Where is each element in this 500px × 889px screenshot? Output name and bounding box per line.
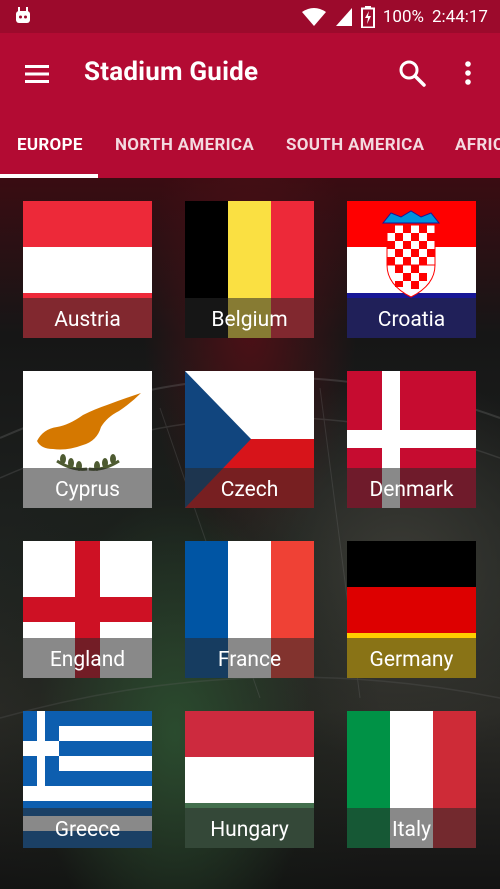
android-notification-icon bbox=[16, 7, 30, 23]
country-grid: Austria Belgium Croatia Cyprus Czech Den… bbox=[0, 178, 500, 889]
country-card-france[interactable]: France bbox=[185, 541, 314, 678]
country-card-austria[interactable]: Austria bbox=[23, 201, 152, 338]
country-label: Czech bbox=[185, 468, 314, 508]
country-card-czech[interactable]: Czech bbox=[185, 371, 314, 508]
country-label: Cyprus bbox=[23, 468, 152, 508]
battery-level: 100% bbox=[382, 6, 424, 27]
country-card-croatia[interactable]: Croatia bbox=[347, 201, 476, 338]
country-card-greece[interactable]: Greece bbox=[23, 711, 152, 848]
country-label: France bbox=[185, 638, 314, 678]
menu-icon[interactable] bbox=[22, 59, 52, 89]
country-label: Hungary bbox=[185, 808, 314, 848]
country-label: Greece bbox=[23, 808, 152, 848]
region-tabs: EUROPE NORTH AMERICA SOUTH AMERICA AFRIC… bbox=[0, 115, 500, 178]
tab-africa[interactable]: AFRICA bbox=[455, 115, 500, 178]
tab-europe[interactable]: EUROPE bbox=[17, 115, 83, 178]
signal-icon bbox=[335, 7, 352, 26]
status-bar: 100% 2:44:17 bbox=[0, 0, 500, 33]
page-title: Stadium Guide bbox=[84, 57, 259, 87]
country-label: Germany bbox=[347, 638, 476, 678]
country-label: Italy bbox=[347, 808, 476, 848]
app-bar: Stadium Guide bbox=[0, 33, 500, 115]
country-label: Denmark bbox=[347, 468, 476, 508]
country-card-germany[interactable]: Germany bbox=[347, 541, 476, 678]
country-label: Austria bbox=[23, 298, 152, 338]
clock: 2:44:17 bbox=[431, 6, 488, 27]
country-label: Belgium bbox=[185, 298, 314, 338]
country-card-england[interactable]: England bbox=[23, 541, 152, 678]
country-label: England bbox=[23, 638, 152, 678]
country-card-denmark[interactable]: Denmark bbox=[347, 371, 476, 508]
search-icon[interactable] bbox=[396, 57, 428, 89]
country-label: Croatia bbox=[347, 298, 476, 338]
more-options-icon[interactable] bbox=[458, 57, 478, 89]
country-card-italy[interactable]: Italy bbox=[347, 711, 476, 848]
country-card-hungary[interactable]: Hungary bbox=[185, 711, 314, 848]
country-card-cyprus[interactable]: Cyprus bbox=[23, 371, 152, 508]
wifi-icon bbox=[301, 7, 326, 26]
country-card-belgium[interactable]: Belgium bbox=[185, 201, 314, 338]
tab-south-america[interactable]: SOUTH AMERICA bbox=[286, 115, 424, 178]
battery-charging-icon bbox=[360, 5, 375, 28]
tab-north-america[interactable]: NORTH AMERICA bbox=[115, 115, 254, 178]
